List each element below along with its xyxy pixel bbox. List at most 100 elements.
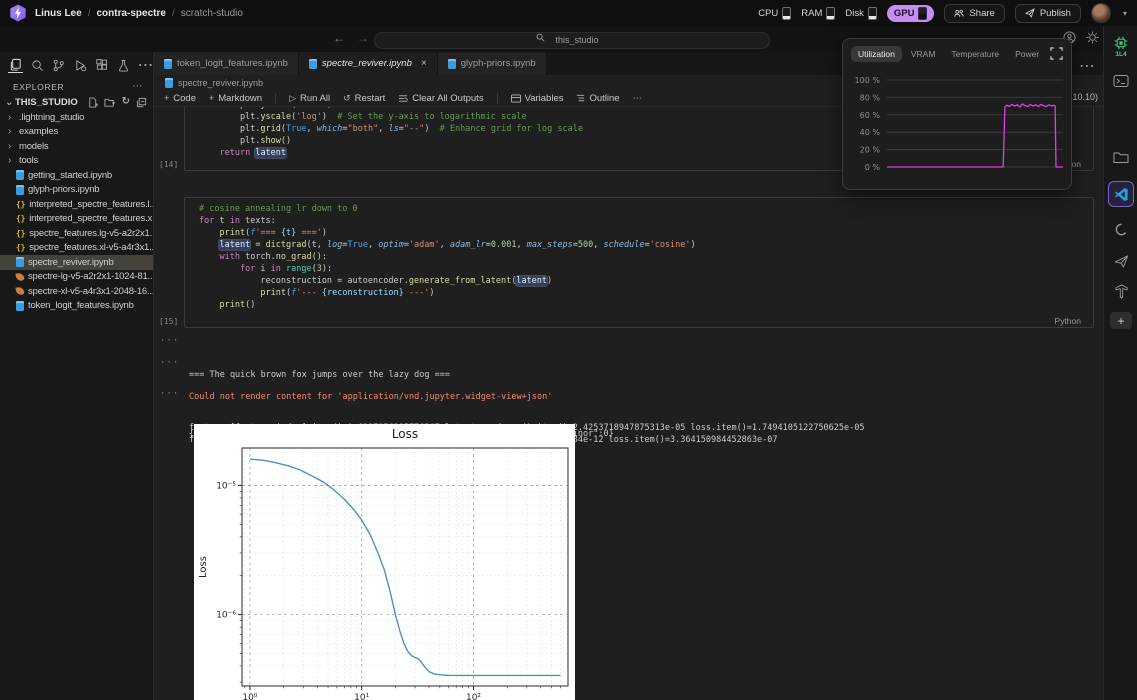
notebook-icon [16,184,24,195]
cell-code[interactable]: # cosine annealing lr down to 0 for t in … [185,198,1093,311]
publish-button[interactable]: Publish [1014,3,1081,23]
meter-icon [826,6,836,20]
forward-arrow-icon[interactable]: → [357,31,369,45]
folder-item[interactable]: › models [0,139,153,154]
json-icon: {} [16,228,26,238]
breadcrumb-owner[interactable]: Linus Lee [35,8,82,19]
gpu-tab-power[interactable]: Power [1008,46,1046,62]
more-icon[interactable]: ⋯ [138,57,154,74]
code-cell[interactable]: # cosine annealing lr down to 0 for t in … [159,197,1094,328]
file-item[interactable]: {} interpreted_spectre_features.l... [0,197,153,212]
execution-count: [14] [159,160,179,169]
back-arrow-icon[interactable]: ← [333,31,345,45]
svg-text:10¹: 10¹ [354,693,369,700]
vscode-icon [1114,187,1128,201]
add-plugin-button[interactable]: + [1104,312,1137,329]
file-item[interactable]: {} spectre_features.lg-v5-a2r2x1... [0,226,153,241]
outline-button[interactable]: Outline [576,93,620,104]
new-file-icon[interactable] [87,97,98,108]
deploy-plugin-button[interactable] [1104,254,1137,269]
chevron-down-icon[interactable]: ▾ [1123,9,1127,18]
editor-more-icon[interactable]: ⋯ [1079,56,1095,76]
tensorboard-plugin-button[interactable] [1104,284,1137,299]
run-all-button[interactable]: ▷ Run All [289,93,330,104]
svg-text:Loss: Loss [198,556,209,578]
breadcrumb-studio[interactable]: scratch-studio [181,8,243,19]
file-item[interactable]: token_logit_features.ipynb [0,299,153,314]
expand-icon[interactable] [1050,46,1063,62]
close-icon[interactable]: × [421,58,427,69]
notebook-icon [164,58,172,69]
refresh-icon[interactable]: ↻ [122,97,130,108]
clear-outputs-button[interactable]: Clear All Outputs [398,93,484,104]
gpu-tab-temperature[interactable]: Temperature [944,46,1006,62]
gpu-machine-button[interactable]: 1L4 [1104,36,1137,58]
folder-icon [1113,152,1129,163]
run-debug-icon[interactable] [73,58,88,73]
gpu-popup-tabs: Utilization VRAM Temperature Power [843,39,1071,62]
gear-icon[interactable] [1086,31,1099,44]
circle-arc-icon [1115,223,1127,236]
source-control-icon[interactable] [51,58,66,73]
divider [275,92,277,104]
tab-label: spectre_reviver.ipynb [321,58,412,69]
sync-plugin-button[interactable] [1104,222,1137,237]
file-item[interactable]: glyph-priors.ipynb [0,183,153,198]
collapse-all-icon[interactable] [136,97,147,108]
add-markdown-button[interactable]: + Markdown [209,93,262,104]
tab-spectre-reviver[interactable]: spectre_reviver.ipynb × [298,52,438,75]
notebook-icon [16,257,24,268]
lightning-logo[interactable] [9,4,27,22]
gpu-metric[interactable]: GPU [886,4,935,22]
file-item[interactable]: getting_started.ipynb [0,168,153,183]
restart-button[interactable]: ↺ Restart [343,93,385,104]
folder-item[interactable]: › examples [0,125,153,140]
user-avatar[interactable] [1090,3,1111,23]
search-panel-icon[interactable] [30,58,45,73]
cpu-metric[interactable]: CPU [758,6,792,20]
terminal-button[interactable] [1104,74,1137,88]
file-item[interactable]: spectre_reviver.ipynb [0,255,153,270]
toolbar-more-icon[interactable]: ⋯ [633,93,643,104]
file-item[interactable]: {} interpreted_spectre_features.x... [0,212,153,227]
tab-token-logit-features[interactable]: token_logit_features.ipynb [154,52,299,75]
divider [496,92,498,104]
breadcrumb: Linus Lee / contra-spectre / scratch-stu… [35,8,243,19]
explorer-more-icon[interactable]: ⋯ [132,81,143,92]
new-folder-icon[interactable] [104,97,116,108]
extensions-icon[interactable] [95,58,110,73]
tab-label: glyph-priors.ipynb [460,58,536,69]
gpu-type-label: 1L4 [1115,51,1127,58]
add-code-button[interactable]: + Code [164,93,196,104]
tree-root[interactable]: ⌄ THIS_STUDIO ↻ [0,95,153,110]
output-overflow-button[interactable]: ··· [160,335,179,348]
tab-glyph-priors[interactable]: glyph-priors.ipynb [437,52,547,75]
share-button[interactable]: Share [944,3,1005,23]
file-item[interactable]: spectre-xl-v5-a4r3x1-2048-16... [0,284,153,299]
gpu-tab-utilization[interactable]: Utilization [851,46,902,62]
svg-text:100 %: 100 % [855,76,881,85]
cell-language[interactable]: Python [1055,316,1081,326]
search-input[interactable] [374,31,770,49]
json-icon: {} [16,214,26,224]
breadcrumb-repo[interactable]: contra-spectre [96,8,165,19]
test-beaker-icon[interactable] [116,58,131,73]
output-overflow-button[interactable]: ··· [160,388,179,401]
tree-root-label: THIS_STUDIO [15,97,78,108]
notebook-icon [16,170,24,181]
ram-metric[interactable]: RAM [801,6,836,20]
disk-metric[interactable]: Disk [845,6,877,20]
folder-item[interactable]: › .lightning_studio [0,110,153,125]
variables-button[interactable]: Variables [510,93,563,104]
folder-item[interactable]: › tools [0,154,153,169]
files-icon[interactable] [8,57,23,73]
vscode-plugin-button[interactable] [1104,181,1137,207]
file-item[interactable]: spectre-lg-v5-a2r2x1-1024-81... [0,270,153,285]
output-overflow-button[interactable]: ··· [160,357,179,370]
notebook-scroll-area[interactable]: plt.ylabel('Loss') plt.yscale('log') # S… [154,107,1103,700]
file-manager-button[interactable] [1104,151,1137,164]
run-icon: ▷ [289,92,296,103]
gpu-tab-vram[interactable]: VRAM [904,46,943,62]
file-item[interactable]: {} spectre_features.xl-v5-a4r3x1... [0,241,153,256]
file-tree: › .lightning_studio › examples › models › to… [0,110,153,313]
